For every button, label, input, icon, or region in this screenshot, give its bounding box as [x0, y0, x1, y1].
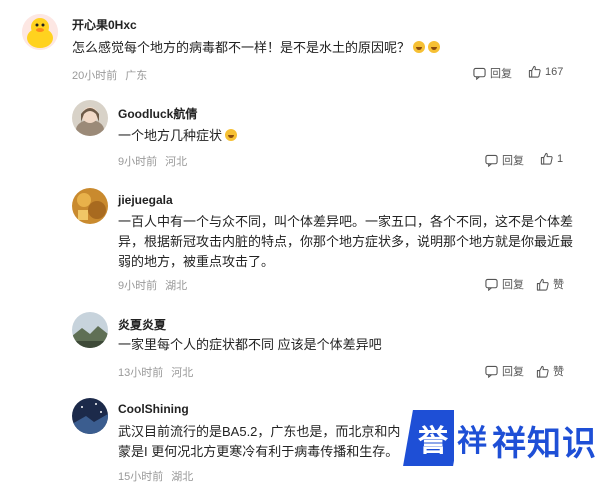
like-label: 赞 — [553, 366, 564, 378]
comment-text: 一百人中有一个与众不同，叫个体差异吧。一家五口，各个不同，这不是个体差异，根据新… — [118, 214, 574, 269]
reply-button[interactable]: 回复 — [473, 65, 512, 81]
comment-meta: 20小时前 广东 — [72, 67, 147, 83]
username[interactable]: jiejuegala — [118, 193, 173, 207]
like-label: 赞 — [553, 279, 564, 291]
like-button[interactable]: 赞 — [536, 276, 564, 292]
reply-label: 回复 — [502, 155, 524, 167]
watermark-logo: 誉 祥 祥知识 — [403, 410, 596, 472]
night-sky-avatar-icon — [72, 398, 108, 434]
comment-location: 湖北 — [171, 471, 194, 483]
reply-icon — [485, 278, 498, 291]
reply-label: 回复 — [490, 68, 512, 80]
comment-location: 河北 — [171, 367, 194, 379]
orange-pattern-avatar-icon — [72, 188, 108, 224]
thumbs-up-icon — [536, 365, 549, 378]
username[interactable]: 开心果0Hxc — [72, 16, 137, 33]
like-count: 167 — [545, 65, 564, 78]
laughing-emoji-icon — [428, 41, 441, 53]
avatar[interactable] — [72, 100, 108, 136]
comment-location: 湖北 — [165, 280, 188, 292]
username[interactable]: 炎夏炎夏 — [118, 316, 166, 333]
watermark-badge-char: 誉 — [418, 424, 448, 459]
reply-icon — [485, 154, 498, 167]
avatar[interactable] — [72, 188, 108, 224]
laughing-emoji-icon — [413, 41, 426, 53]
comment-time: 9小时前 — [118, 156, 158, 168]
comment-meta: 15小时前 湖北 — [118, 468, 193, 484]
comment-text: 一个地方几种症状 — [118, 126, 578, 146]
comment-location: 河北 — [165, 156, 188, 168]
comment-text: 武汉目前流行的是BA5.2，广东也是，而北京和内蒙是I 更何况北方更寒冷有利于病… — [118, 424, 401, 459]
comment-meta: 13小时前 河北 — [118, 364, 193, 380]
comment-time: 9小时前 — [118, 280, 158, 292]
like-button[interactable]: 1 — [540, 152, 563, 165]
watermark-badge-secondary: 祥 — [454, 410, 490, 466]
reply-button[interactable]: 回复 — [485, 276, 524, 292]
watermark-badge-char-secondary: 祥 — [457, 424, 487, 459]
girl-photo-avatar-icon — [72, 100, 108, 136]
like-button[interactable]: 赞 — [536, 363, 564, 379]
reply-icon — [473, 67, 486, 80]
comment-meta: 9小时前 河北 — [118, 153, 187, 169]
comment-meta: 9小时前 湖北 — [118, 277, 187, 293]
comment-text: 一家里每个人的症状都不同 应该是个体差异吧 — [118, 337, 382, 352]
reply-icon — [485, 365, 498, 378]
yellow-duck-avatar-icon — [22, 14, 58, 50]
thumbs-up-icon — [536, 278, 549, 291]
comment-location: 广东 — [125, 70, 148, 82]
reply-button[interactable]: 回复 — [485, 152, 524, 168]
like-button[interactable]: 167 — [528, 65, 563, 78]
comment-text: 怎么感觉每个地方的病毒都不一样！是不是水土的原因呢？ — [72, 38, 582, 58]
comment-time: 13小时前 — [118, 367, 164, 379]
comment-text-body: 怎么感觉每个地方的病毒都不一样！是不是水土的原因呢？ — [72, 40, 411, 55]
reply-label: 回复 — [502, 366, 524, 378]
avatar[interactable] — [72, 312, 108, 348]
watermark-text: 祥知识 — [492, 424, 597, 464]
reply-button[interactable]: 回复 — [485, 363, 524, 379]
avatar[interactable] — [22, 14, 58, 50]
username[interactable]: Goodluck航倩 — [118, 105, 197, 122]
thumbs-up-icon — [540, 152, 553, 165]
reply-label: 回复 — [502, 279, 524, 291]
like-count: 1 — [557, 152, 564, 165]
username[interactable]: CoolShining — [118, 402, 189, 416]
comment-text-body: 一个地方几种症状 — [118, 128, 223, 143]
avatar[interactable] — [72, 398, 108, 434]
laughing-emoji-icon — [225, 129, 238, 141]
comment-time: 15小时前 — [118, 471, 164, 483]
landscape-avatar-icon — [72, 312, 108, 348]
comment-time: 20小时前 — [72, 70, 118, 82]
thumbs-up-icon — [528, 65, 541, 78]
